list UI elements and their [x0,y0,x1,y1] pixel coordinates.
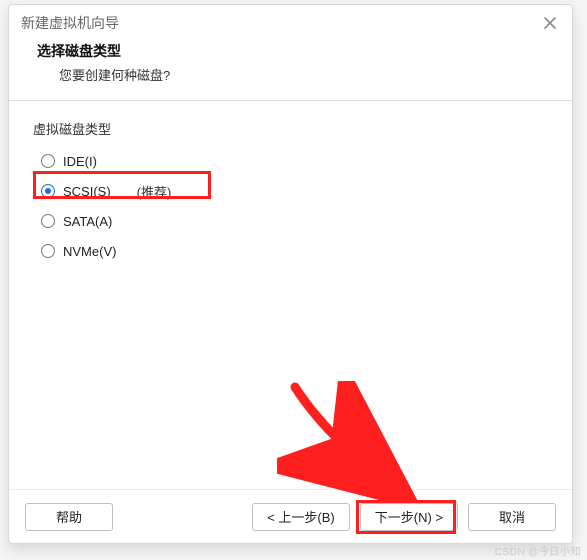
option-label: SATA(A) [63,214,112,229]
option-sata[interactable]: SATA(A) [41,206,548,236]
option-scsi[interactable]: SCSI(S) (推荐) [41,176,548,206]
page-subtitle: 您要创建何种磁盘? [59,65,560,84]
disk-type-options: IDE(I) SCSI(S) (推荐) SATA(A) NVMe(V) [33,146,548,266]
option-label: NVMe(V) [63,244,116,259]
option-ide[interactable]: IDE(I) [41,146,548,176]
footer: 帮助 < 上一步(B) 下一步(N) > 取消 [9,489,572,543]
help-button[interactable]: 帮助 [25,503,113,531]
radio-icon [41,214,55,228]
cancel-button[interactable]: 取消 [468,503,556,531]
dialog-title: 新建虚拟机向导 [21,13,119,33]
option-nvme[interactable]: NVMe(V) [41,236,548,266]
button-label: < 上一步(B) [267,507,335,526]
page-title: 选择磁盘类型 [37,41,560,61]
button-label: 取消 [499,507,525,526]
titlebar: 新建虚拟机向导 [9,5,572,41]
option-label: IDE(I) [63,154,97,169]
new-vm-wizard-dialog: 新建虚拟机向导 选择磁盘类型 您要创建何种磁盘? 虚拟磁盘类型 IDE(I) S… [8,4,573,544]
radio-icon [41,154,55,168]
radio-icon [41,184,55,198]
button-label: 帮助 [56,507,82,526]
radio-icon [41,244,55,258]
watermark: CSDN @今日小知 [495,543,581,558]
button-label: 下一步(N) > [375,507,443,526]
close-icon[interactable] [540,13,560,33]
option-label: SCSI(S) [63,184,111,199]
group-label: 虚拟磁盘类型 [33,119,548,138]
body: 虚拟磁盘类型 IDE(I) SCSI(S) (推荐) SATA(A) NVMe(… [9,101,572,489]
recommended-tag: (推荐) [137,182,172,201]
next-button[interactable]: 下一步(N) > [360,503,458,531]
back-button[interactable]: < 上一步(B) [252,503,350,531]
header: 选择磁盘类型 您要创建何种磁盘? [9,41,572,94]
